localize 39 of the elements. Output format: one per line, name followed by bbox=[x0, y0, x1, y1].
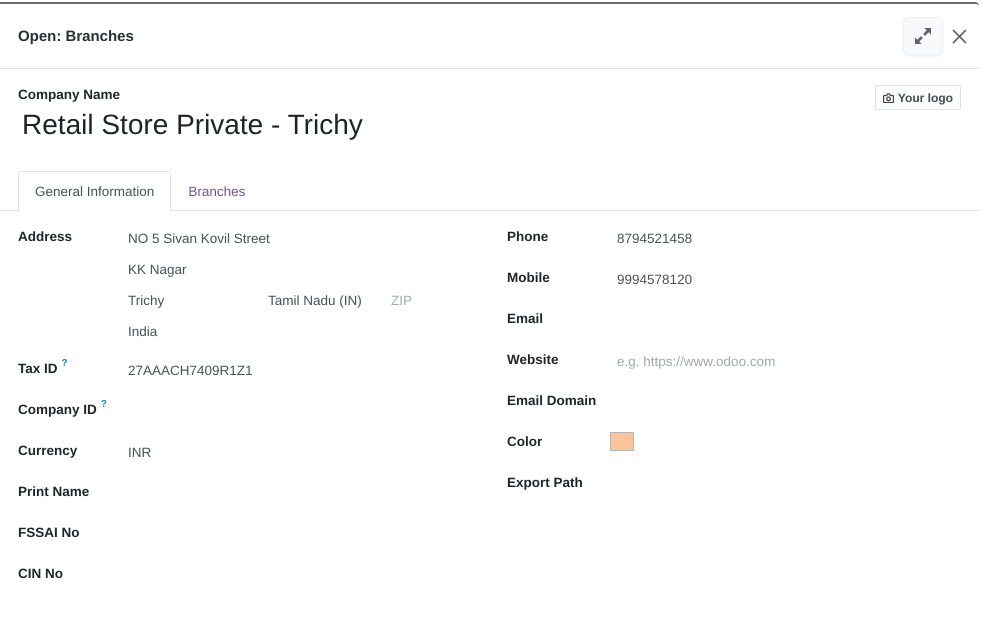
field-label: Company Name bbox=[18, 86, 120, 104]
expand-button[interactable] bbox=[903, 16, 943, 56]
field-label: FSSAI No bbox=[18, 524, 80, 542]
field-label: Website bbox=[507, 351, 559, 369]
street-field[interactable]: NO 5 Sivan Kovil Street bbox=[128, 229, 270, 249]
street2-field[interactable]: KK Nagar bbox=[128, 260, 187, 280]
field-label: Email bbox=[507, 310, 544, 328]
text-field[interactable]: 8794521458 bbox=[617, 229, 692, 249]
city-field[interactable]: Trichy bbox=[128, 291, 164, 311]
field-label: CIN No bbox=[18, 565, 63, 583]
field-label: Email Domain bbox=[507, 392, 596, 410]
text-field[interactable]: INR bbox=[128, 443, 152, 463]
state-field[interactable]: Tamil Nadu (IN) bbox=[268, 291, 362, 311]
close-button[interactable] bbox=[950, 26, 969, 46]
camera-icon bbox=[882, 92, 894, 102]
help-mark[interactable]: ? bbox=[100, 399, 107, 411]
field-label: Tax ID bbox=[18, 360, 58, 378]
field-label: Currency bbox=[18, 442, 78, 460]
website-field[interactable]: e.g. https://www.odoo.com bbox=[617, 352, 807, 372]
field-label: Company ID bbox=[18, 401, 97, 419]
help-mark[interactable]: ? bbox=[62, 358, 68, 370]
text-field[interactable]: 27AAACH7409R1Z1 bbox=[128, 361, 253, 381]
field-label: Export Path bbox=[507, 474, 583, 492]
zip-field[interactable]: ZIP bbox=[391, 291, 431, 311]
tab[interactable]: Branches bbox=[171, 171, 262, 210]
expand-icon bbox=[915, 28, 931, 44]
swatch-icon[interactable] bbox=[610, 432, 634, 451]
tab[interactable]: General Information bbox=[18, 171, 172, 211]
logo-upload-button[interactable]: Your logo bbox=[874, 85, 961, 110]
text-field[interactable]: 9994578120 bbox=[617, 270, 692, 290]
field-label: Mobile bbox=[507, 269, 550, 287]
field-label: Phone bbox=[507, 228, 548, 246]
field-label: Color bbox=[507, 433, 542, 451]
field-label: Address bbox=[18, 228, 72, 246]
company-name-field[interactable]: Retail Store Private - Trichy bbox=[22, 108, 363, 142]
field-label: Print Name bbox=[18, 483, 90, 501]
country-field[interactable]: India bbox=[128, 322, 158, 342]
dialog-title: Open: Branches bbox=[18, 28, 134, 44]
close-icon bbox=[952, 28, 967, 44]
